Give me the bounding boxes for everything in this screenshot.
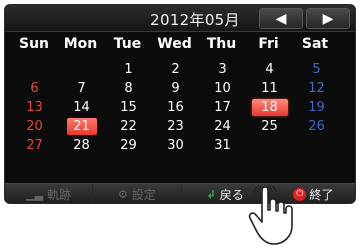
- day-number: 6: [30, 81, 39, 96]
- day-cell[interactable]: 20: [11, 117, 58, 136]
- day-number: 7: [77, 81, 86, 96]
- day-cell[interactable]: 28: [58, 136, 105, 155]
- day-number: 5: [312, 62, 321, 77]
- calendar-week-row: 13 14 15 16 17 18 19: [11, 98, 341, 117]
- day-number: 29: [120, 138, 137, 153]
- day-number: 19: [308, 100, 325, 115]
- day-cell[interactable]: 30: [152, 136, 199, 155]
- day-number: 28: [73, 138, 90, 153]
- day-cell[interactable]: 27: [11, 136, 58, 155]
- day-cell[interactable]: 24: [199, 117, 246, 136]
- weekday-label: Fri: [258, 36, 279, 52]
- gear-icon: ⚙: [117, 188, 128, 201]
- day-cell[interactable]: 4: [246, 60, 293, 79]
- day-number: 25: [261, 119, 278, 134]
- settings-button[interactable]: ⚙ 設定: [93, 184, 182, 203]
- day-cell[interactable]: 19: [293, 98, 340, 117]
- day-number: 14: [73, 100, 90, 115]
- day-cell[interactable]: 2: [152, 60, 199, 79]
- day-number: 22: [120, 119, 137, 134]
- day-cell[interactable]: 5: [293, 60, 340, 79]
- day-cell[interactable]: 11: [246, 79, 293, 98]
- day-cell[interactable]: 13: [11, 98, 58, 117]
- month-title: 2012年05月: [150, 11, 240, 29]
- day-number: 20: [26, 119, 43, 134]
- day-cell[interactable]: 6: [11, 79, 58, 98]
- day-number: 3: [218, 62, 227, 77]
- day-cell[interactable]: 17: [199, 98, 246, 117]
- day-number: 9: [171, 81, 180, 96]
- back-label: 戻る: [219, 188, 244, 202]
- day-cell[interactable]: 9: [152, 79, 199, 98]
- day-cell[interactable]: 3: [199, 60, 246, 79]
- calendar-header: 2012年05月 ◀ ▶: [5, 5, 355, 32]
- day-number: 31: [214, 138, 231, 153]
- day-number: 1: [124, 62, 133, 77]
- day-number: 11: [261, 81, 278, 96]
- weekday-label: Tue: [113, 36, 142, 52]
- day-number: 13: [26, 100, 43, 115]
- prev-month-button[interactable]: ◀: [259, 8, 303, 29]
- empty-day-cell: [11, 60, 58, 79]
- today-day-cell[interactable]: 18: [246, 98, 293, 117]
- track-label: 軌跡: [47, 188, 72, 202]
- exit-label: 終了: [309, 188, 334, 202]
- day-number: 21: [66, 118, 97, 135]
- day-cell[interactable]: 7: [58, 79, 105, 98]
- back-arrow-icon: ↲: [206, 188, 216, 201]
- day-cell[interactable]: 23: [152, 117, 199, 136]
- day-number: 27: [26, 138, 43, 153]
- track-icon: ▁▃: [26, 188, 44, 201]
- track-button[interactable]: ▁▃ 軌跡: [5, 184, 94, 203]
- day-number: 15: [120, 100, 137, 115]
- weekday-label: Wed: [157, 36, 192, 52]
- day-cell[interactable]: 14: [58, 98, 105, 117]
- day-cell[interactable]: 12: [293, 79, 340, 98]
- arrow-left-icon: ◀: [275, 10, 287, 27]
- day-cell[interactable]: 25: [246, 117, 293, 136]
- day-cell[interactable]: 29: [105, 136, 152, 155]
- weekday-label: Sat: [301, 36, 329, 52]
- day-cell[interactable]: 16: [152, 98, 199, 117]
- weekday-label: Mon: [63, 36, 98, 52]
- day-number: 2: [171, 62, 180, 77]
- day-cell[interactable]: 26: [293, 117, 340, 136]
- day-cell[interactable]: 22: [105, 117, 152, 136]
- day-number: 24: [214, 119, 231, 134]
- weekday-label: Sun: [18, 36, 50, 52]
- next-month-button[interactable]: ▶: [306, 8, 350, 29]
- weekday-header: Sun Mon Tue Wed Thu Fri Sat: [5, 36, 355, 56]
- day-cell[interactable]: 8: [105, 79, 152, 98]
- calendar-week-row: 27 28 29 30 31: [11, 136, 341, 155]
- pointing-hand-icon: [248, 186, 293, 245]
- day-number: 12: [308, 81, 325, 96]
- day-number: 18: [251, 99, 288, 116]
- weekday-label: Thu: [206, 36, 237, 52]
- day-cell[interactable]: 1: [105, 60, 152, 79]
- calendar-week-row: 1 2 3 4 5: [11, 60, 341, 79]
- empty-day-cell: [246, 136, 293, 155]
- calendar-grid: 1 2 3 4 5 6 7 8 9 10 11 12 13 14 15 16 17 18 19 20 21 22 23 24 2…: [11, 60, 341, 155]
- day-number: 23: [167, 119, 184, 134]
- calendar-screen: 2012年05月 ◀ ▶ Sun Mon Tue Wed Thu Fri Sat…: [4, 4, 356, 204]
- empty-day-cell: [58, 60, 105, 79]
- day-number: 17: [214, 100, 231, 115]
- calendar-week-row: 20 21 22 23 24 25 26: [11, 117, 341, 136]
- day-number: 4: [265, 62, 274, 77]
- day-number: 10: [214, 81, 231, 96]
- selected-day-cell[interactable]: 21: [58, 117, 105, 136]
- day-cell[interactable]: 31: [199, 136, 246, 155]
- settings-label: 設定: [131, 188, 156, 202]
- day-number: 16: [167, 100, 184, 115]
- day-cell[interactable]: 15: [105, 98, 152, 117]
- arrow-right-icon: ▶: [322, 10, 334, 27]
- day-cell[interactable]: 10: [199, 79, 246, 98]
- day-number: 26: [308, 119, 325, 134]
- empty-day-cell: [293, 136, 340, 155]
- calendar-week-row: 6 7 8 9 10 11 12: [11, 79, 341, 98]
- day-number: 8: [124, 81, 133, 96]
- day-number: 30: [167, 138, 184, 153]
